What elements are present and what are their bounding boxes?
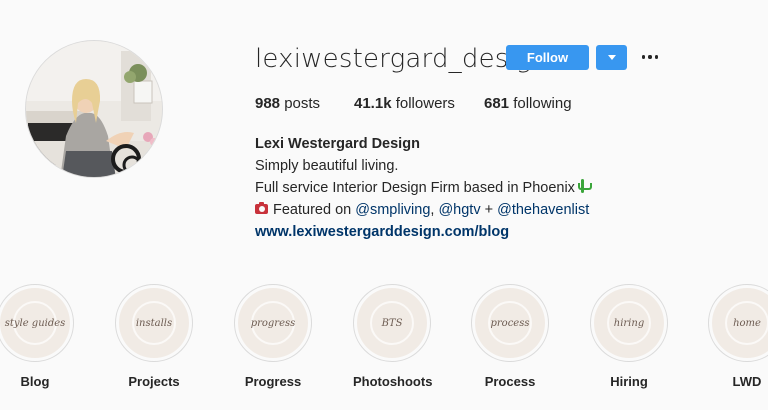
highlight-cover-text: hiring: [613, 317, 645, 329]
following-link[interactable]: 681 following: [484, 95, 572, 112]
highlight-cover: style guides: [0, 284, 74, 362]
highlight-label: LWD: [732, 374, 762, 389]
story-highlight[interactable]: BTS Photoshoots: [353, 284, 433, 389]
followers-count-value: 41.1k: [354, 95, 392, 112]
profile-username: lexiwestergard_design: [255, 44, 549, 74]
cactus-emoji-icon: [577, 179, 592, 193]
story-highlight[interactable]: home LWD: [708, 284, 768, 389]
bio-line-text: Full service Interior Design Firm based …: [255, 180, 575, 196]
highlight-cover-text: style guides: [4, 317, 66, 329]
following-count-value: 681: [484, 95, 510, 112]
posts-count: 988 posts: [255, 95, 320, 112]
story-highlight[interactable]: installs Projects: [115, 284, 193, 389]
follow-button[interactable]: Follow: [506, 45, 589, 70]
highlight-cover: progress: [234, 284, 312, 362]
highlight-cover-text: installs: [135, 317, 173, 329]
following-count-label: following: [513, 95, 572, 112]
story-highlight[interactable]: progress Progress: [234, 284, 312, 389]
suggested-accounts-dropdown-button[interactable]: [596, 45, 627, 70]
more-options-icon: [640, 55, 659, 59]
posts-count-label: posts: [284, 95, 321, 112]
bio-line: Full service Interior Design Firm based …: [255, 177, 592, 199]
highlight-cover-text: BTS: [381, 317, 403, 329]
highlight-cover-text: home: [733, 317, 761, 329]
highlight-cover: hiring: [590, 284, 668, 362]
profile-avatar[interactable]: [25, 40, 163, 178]
bio-line: Simply beautiful living.: [255, 158, 399, 174]
followers-count-label: followers: [395, 95, 455, 112]
highlight-cover: home: [708, 284, 768, 362]
avatar-photo: [26, 41, 162, 177]
profile-full-name: Lexi Westergard Design: [255, 136, 420, 152]
highlight-label: Process: [484, 374, 536, 389]
mention-link[interactable]: @smpliving: [355, 202, 430, 218]
story-highlight[interactable]: style guides Blog: [0, 284, 74, 389]
highlight-label: Blog: [20, 374, 50, 389]
highlight-cover-text: process: [490, 317, 530, 329]
mention-link[interactable]: @hgtv: [438, 202, 480, 218]
plus-sign: +: [484, 202, 494, 218]
highlight-label: Progress: [244, 374, 302, 389]
highlight-label: Photoshoots: [353, 374, 433, 389]
highlight-cover-text: progress: [250, 317, 296, 329]
highlight-cover: BTS: [353, 284, 431, 362]
bio-featured-line: Featured on @smpliving, @hgtv + @thehave…: [255, 199, 589, 221]
website-link[interactable]: www.lexiwestergarddesign.com/blog: [255, 221, 589, 243]
story-highlight[interactable]: process Process: [471, 284, 549, 389]
posts-count-value: 988: [255, 95, 281, 112]
mention-link[interactable]: @thehavenlist: [497, 202, 589, 218]
more-options-button[interactable]: [639, 46, 661, 68]
highlight-cover: installs: [115, 284, 193, 362]
story-highlight[interactable]: hiring Hiring: [590, 284, 668, 389]
featured-prefix: Featured on: [273, 202, 352, 218]
highlight-label: Hiring: [610, 374, 648, 389]
dropdown-caret-icon: [607, 55, 616, 60]
camera-emoji-icon: [255, 202, 268, 214]
highlight-cover: process: [471, 284, 549, 362]
profile-bio: Lexi Westergard Design Simply beautiful …: [255, 133, 592, 243]
highlight-label: Projects: [128, 374, 180, 389]
followers-link[interactable]: 41.1k followers: [354, 95, 455, 112]
